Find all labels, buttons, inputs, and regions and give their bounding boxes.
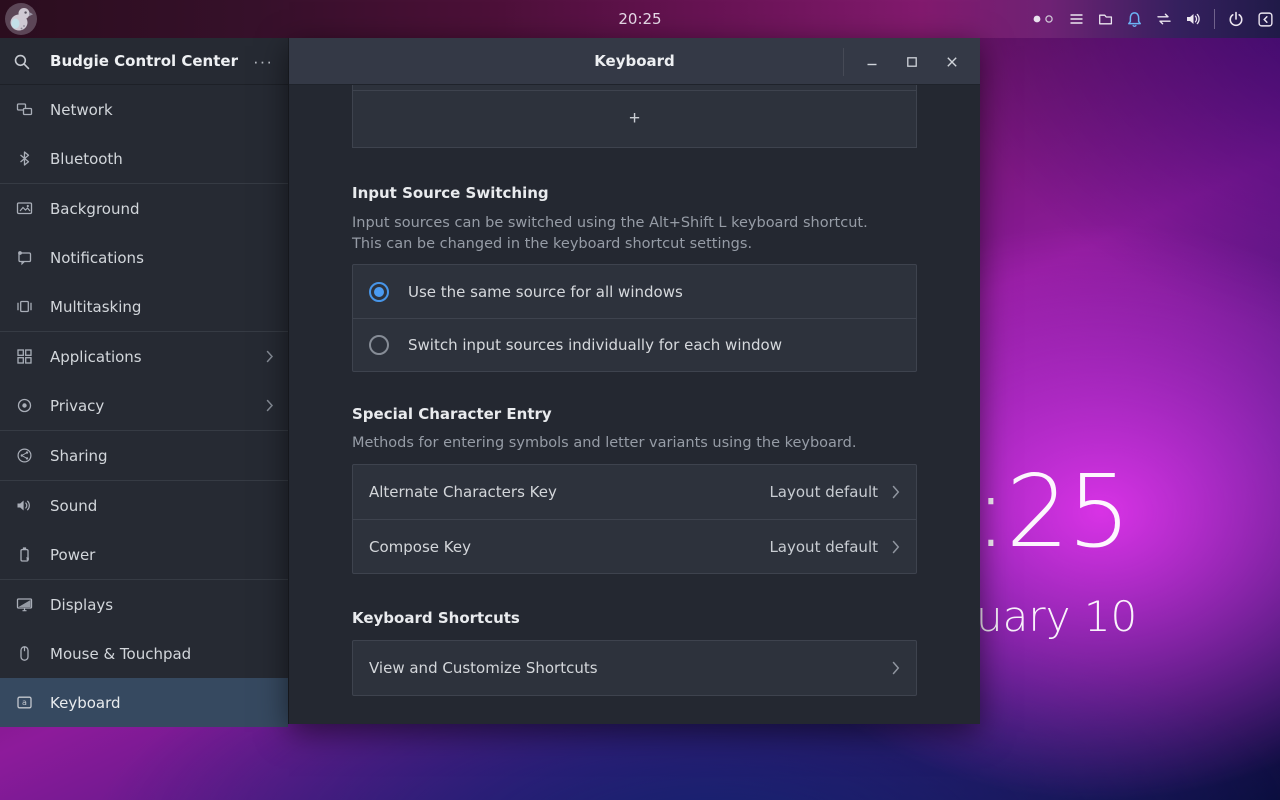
sidebar-list: Network Bluetooth Background Notificatio… — [0, 85, 288, 724]
network-icon — [16, 101, 33, 118]
option-individual-source[interactable]: Switch input sources individually for ea… — [353, 318, 916, 371]
chevron-right-icon — [266, 350, 274, 363]
app-title: Budgie Control Center — [0, 38, 288, 85]
sidebar-item-network[interactable]: Network — [0, 85, 288, 134]
row-view-customize-shortcuts[interactable]: View and Customize Shortcuts — [353, 641, 916, 695]
close-icon[interactable] — [932, 42, 972, 82]
volume-icon[interactable] — [1185, 11, 1202, 27]
row-compose-key[interactable]: Compose Key Layout default — [353, 519, 916, 573]
sidebar-item-privacy[interactable]: Privacy — [0, 381, 288, 430]
option-label: Use the same source for all windows — [408, 283, 683, 301]
sidebar-item-applications[interactable]: Applications — [0, 332, 288, 381]
maximize-icon[interactable] — [892, 42, 932, 82]
mouse-icon — [16, 645, 33, 662]
sidebar-item-label: Sharing — [50, 447, 274, 465]
add-input-source-button[interactable]: + — [353, 91, 916, 147]
input-switcher-icon[interactable] — [1155, 11, 1173, 27]
row-value: Layout default — [769, 538, 878, 556]
dock — [0, 724, 1280, 800]
sidebar-item-notifications[interactable]: Notifications — [0, 233, 288, 282]
desktop-clock-date: uary 10 — [976, 596, 1137, 638]
keyboard-icon: a — [16, 694, 33, 711]
panel-toggle-icon[interactable] — [1257, 11, 1274, 28]
top-panel: 20:25 — [0, 0, 1280, 38]
section-heading-keyboard-shortcuts: Keyboard Shortcuts — [352, 608, 917, 628]
control-center-sidebar: Budgie Control Center ··· Network Blueto… — [0, 38, 289, 724]
radio-selected-icon[interactable] — [369, 282, 389, 302]
more-menu-icon[interactable]: ··· — [250, 49, 276, 75]
sidebar-item-bluetooth[interactable]: Bluetooth — [0, 134, 288, 183]
multitasking-icon — [16, 298, 33, 315]
sharing-icon — [16, 447, 33, 464]
notifications-icon — [16, 249, 33, 266]
chevron-right-icon — [266, 399, 274, 412]
workspace-switcher-icon[interactable] — [1031, 11, 1056, 27]
sidebar-item-label: Background — [50, 200, 274, 218]
notifications-bell-icon[interactable] — [1126, 11, 1143, 28]
bluetooth-icon — [16, 150, 33, 167]
applications-icon — [16, 348, 33, 365]
power-icon[interactable] — [1227, 11, 1245, 28]
sidebar-item-keyboard[interactable]: a Keyboard — [0, 678, 288, 727]
description-line: This can be changed in the keyboard shor… — [352, 234, 917, 255]
sidebar-item-label: Displays — [50, 596, 274, 614]
app-menu-icon[interactable] — [1068, 11, 1085, 27]
radio-unselected-icon[interactable] — [369, 335, 389, 355]
privacy-icon — [16, 397, 33, 414]
desktop-clock-time: :25 — [974, 462, 1129, 562]
sidebar-item-label: Bluetooth — [50, 150, 274, 168]
sidebar-item-label: Applications — [50, 348, 249, 366]
settings-content: + Input Source Switching Input sources c… — [289, 85, 980, 696]
sidebar-header: Budgie Control Center ··· — [0, 38, 288, 85]
chevron-right-icon — [892, 661, 900, 675]
option-label: Switch input sources individually for ea… — [408, 336, 782, 354]
chevron-right-icon — [892, 540, 900, 554]
files-tray-icon[interactable] — [1097, 11, 1114, 27]
tray-separator — [1214, 9, 1215, 29]
option-same-source[interactable]: Use the same source for all windows — [353, 265, 916, 318]
background-icon — [16, 200, 33, 217]
section-heading-special-character-entry: Special Character Entry — [352, 404, 917, 424]
displays-icon — [16, 596, 33, 613]
keyboard-settings-window: Keyboard + Input Source Switching Input … — [289, 38, 980, 724]
sidebar-item-power[interactable]: Power — [0, 530, 288, 579]
window-controls — [843, 38, 972, 85]
sidebar-item-multitasking[interactable]: Multitasking — [0, 282, 288, 331]
sidebar-item-background[interactable]: Background — [0, 184, 288, 233]
minimize-icon[interactable] — [852, 42, 892, 82]
chevron-right-icon — [892, 485, 900, 499]
section-description: Input sources can be switched using the … — [352, 213, 917, 255]
svg-text:a: a — [22, 698, 27, 707]
row-label: Alternate Characters Key — [369, 483, 755, 501]
sidebar-item-label: Privacy — [50, 397, 249, 415]
sidebar-item-sound[interactable]: Sound — [0, 481, 288, 530]
titlebar-separator — [843, 48, 844, 76]
sidebar-item-label: Notifications — [50, 249, 274, 267]
sidebar-item-label: Keyboard — [50, 694, 274, 712]
section-heading-input-source-switching: Input Source Switching — [352, 183, 917, 203]
window-titlebar[interactable]: Keyboard — [289, 38, 980, 85]
switching-options-group: Use the same source for all windows Swit… — [352, 264, 917, 372]
keyboard-shortcuts-group: View and Customize Shortcuts — [352, 640, 917, 696]
row-value: Layout default — [769, 483, 878, 501]
sidebar-item-label: Mouse & Touchpad — [50, 645, 274, 663]
row-label: View and Customize Shortcuts — [369, 659, 878, 677]
sidebar-item-label: Network — [50, 101, 274, 119]
row-alternate-characters-key[interactable]: Alternate Characters Key Layout default — [353, 465, 916, 519]
sidebar-item-displays[interactable]: Displays — [0, 580, 288, 629]
system-tray — [1031, 0, 1274, 38]
sidebar-item-mouse-touchpad[interactable]: Mouse & Touchpad — [0, 629, 288, 678]
sidebar-item-label: Power — [50, 546, 274, 564]
section-description: Methods for entering symbols and letter … — [352, 433, 917, 454]
input-sources-list: + — [352, 85, 917, 148]
sound-icon — [16, 497, 33, 514]
special-character-group: Alternate Characters Key Layout default … — [352, 464, 917, 574]
sidebar-item-label: Multitasking — [50, 298, 274, 316]
description-line: Input sources can be switched using the … — [352, 213, 917, 234]
power-battery-icon — [16, 546, 33, 563]
row-label: Compose Key — [369, 538, 755, 556]
sidebar-item-label: Sound — [50, 497, 274, 515]
sidebar-item-sharing[interactable]: Sharing — [0, 431, 288, 480]
